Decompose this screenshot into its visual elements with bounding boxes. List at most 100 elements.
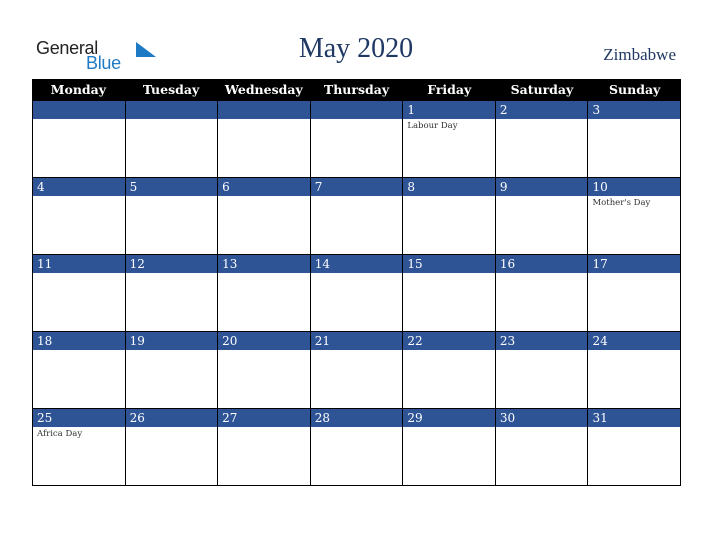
holiday-label [403, 273, 495, 275]
holiday-label [218, 273, 310, 275]
holiday-label: Labour Day [407, 121, 458, 131]
day-number: 2 [495, 101, 588, 119]
day-cell[interactable]: 7 [310, 178, 404, 255]
day-cell[interactable]: 15 [403, 255, 496, 332]
day-cell[interactable]: 9 [495, 178, 589, 255]
weekday-header: Monday Tuesday Wednesday Thursday Friday Satu… [32, 79, 681, 101]
day-cell[interactable]: 11 [33, 255, 126, 332]
day-cell[interactable]: 1 Labour Day [403, 101, 496, 178]
day-number: 12 [125, 255, 218, 273]
day-number: 9 [495, 178, 588, 196]
day-cell[interactable]: 3 [588, 101, 682, 178]
holiday-label [126, 350, 218, 352]
day-cell[interactable]: 4 [33, 178, 126, 255]
day-cell[interactable]: 6 [218, 178, 311, 255]
day-number [310, 101, 403, 119]
day-number: 6 [218, 178, 310, 196]
day-number: 3 [588, 101, 681, 119]
weekday-friday: Friday [427, 82, 472, 97]
day-cell[interactable]: 20 [218, 332, 311, 409]
day-cell[interactable] [33, 101, 126, 178]
day-number [218, 101, 310, 119]
day-number [125, 101, 218, 119]
holiday-label [496, 196, 588, 198]
day-cell[interactable]: 28 [310, 409, 404, 486]
day-cell[interactable]: 14 [310, 255, 404, 332]
weekday-monday: Monday [50, 82, 107, 97]
day-number: 31 [588, 409, 681, 427]
day-number: 11 [33, 255, 125, 273]
week-row: 11 12 13 14 15 16 17 [32, 255, 682, 332]
week-row: 1 Labour Day 2 3 [32, 101, 682, 178]
day-cell[interactable]: 27 [218, 409, 311, 486]
day-cell[interactable]: 24 [588, 332, 682, 409]
day-number: 7 [310, 178, 403, 196]
day-number: 14 [310, 255, 403, 273]
day-cell[interactable]: 8 [403, 178, 496, 255]
day-number: 17 [588, 255, 681, 273]
holiday-label [311, 119, 403, 121]
day-number: 10 [588, 178, 681, 196]
holiday-label [311, 350, 403, 352]
holiday-label [311, 273, 403, 275]
holiday-label [218, 119, 310, 121]
calendar-grid: Monday Tuesday Wednesday Thursday Friday Satu… [32, 79, 682, 486]
day-cell[interactable]: 22 [403, 332, 496, 409]
day-number: 4 [33, 178, 125, 196]
holiday-label [33, 119, 125, 121]
weekday-thursday: Thursday [323, 82, 390, 97]
day-cell[interactable]: 13 [218, 255, 311, 332]
day-number: 28 [310, 409, 403, 427]
country-label: Zimbabwe [603, 45, 676, 64]
day-cell[interactable]: 2 [495, 101, 589, 178]
day-cell[interactable]: 29 [403, 409, 496, 486]
holiday-label [33, 196, 125, 198]
day-cell[interactable]: 31 [588, 409, 682, 486]
day-number: 1 [403, 101, 495, 119]
holiday-label [496, 350, 588, 352]
day-cell[interactable]: 25 Africa Day [33, 409, 126, 486]
holiday-label [126, 196, 218, 198]
day-number: 15 [403, 255, 495, 273]
day-cell[interactable]: 10 Mother's Day [588, 178, 682, 255]
holiday-label: Africa Day [37, 429, 83, 439]
day-number: 23 [495, 332, 588, 350]
holiday-label [126, 119, 218, 121]
day-cell[interactable]: 21 [310, 332, 404, 409]
weeks-container: 1 Labour Day 2 3 4 5 6 7 8 9 10 Mother's Day 11 12 13 1… [32, 101, 682, 486]
day-cell[interactable]: 19 [125, 332, 219, 409]
week-row: 25 Africa Day 26 27 28 29 30 31 [32, 409, 682, 486]
day-number [33, 101, 125, 119]
day-number: 13 [218, 255, 310, 273]
day-number: 18 [33, 332, 125, 350]
week-row: 4 5 6 7 8 9 10 Mother's Day [32, 178, 682, 255]
day-cell[interactable]: 30 [495, 409, 589, 486]
day-cell[interactable] [218, 101, 311, 178]
holiday-label [496, 427, 588, 429]
holiday-label [588, 119, 680, 121]
day-number: 16 [495, 255, 588, 273]
day-cell[interactable]: 5 [125, 178, 219, 255]
weekday-saturday: Saturday [510, 82, 574, 97]
day-number: 20 [218, 332, 310, 350]
holiday-label [33, 350, 125, 352]
holiday-label [588, 350, 680, 352]
day-cell[interactable]: 18 [33, 332, 126, 409]
holiday-label [218, 196, 310, 198]
day-cell[interactable]: 12 [125, 255, 219, 332]
holiday-label [126, 273, 218, 275]
holiday-label [218, 427, 310, 429]
holiday-label [311, 196, 403, 198]
day-cell[interactable]: 17 [588, 255, 682, 332]
holiday-label [496, 273, 588, 275]
day-cell[interactable]: 16 [495, 255, 589, 332]
day-number: 27 [218, 409, 310, 427]
day-cell[interactable]: 26 [125, 409, 219, 486]
day-number: 26 [125, 409, 218, 427]
day-cell[interactable] [310, 101, 404, 178]
holiday-label [403, 427, 495, 429]
day-number: 24 [588, 332, 681, 350]
day-cell[interactable] [125, 101, 219, 178]
day-cell[interactable]: 23 [495, 332, 589, 409]
holiday-label [218, 350, 310, 352]
